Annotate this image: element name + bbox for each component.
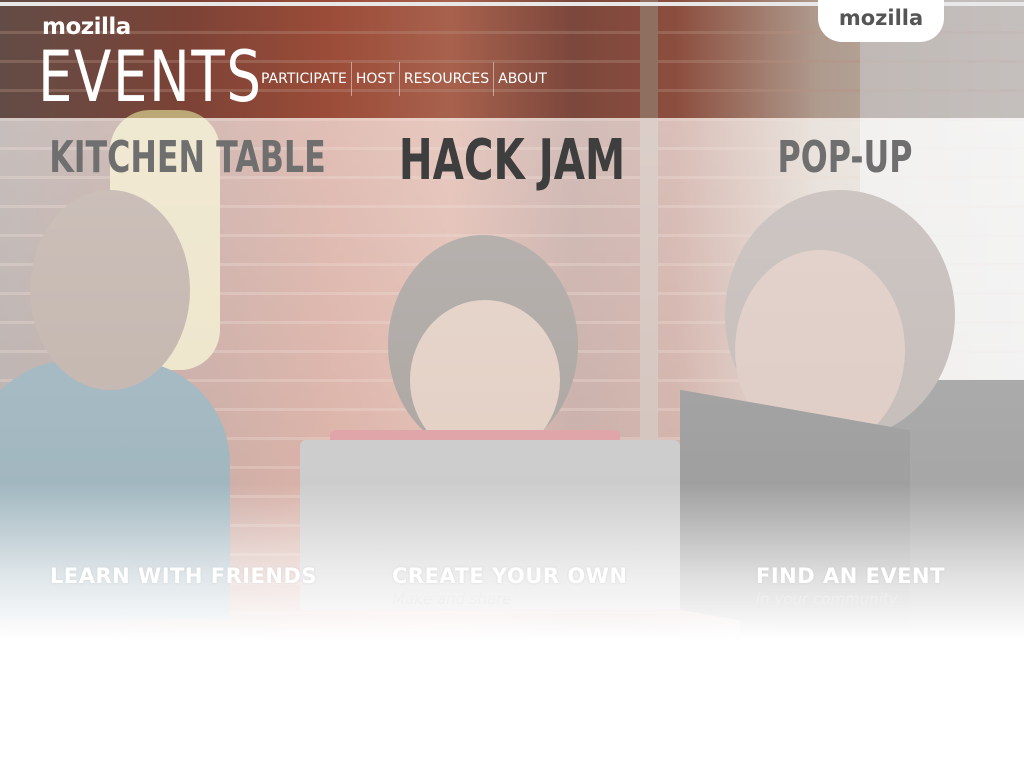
callout-learn-with-friends[interactable]: LEARN WITH FRIENDS (50, 564, 317, 590)
nav-participate[interactable]: PARTICIPATE (257, 62, 351, 96)
callout-subtitle: Make and share (392, 590, 512, 608)
callout-find-an-event[interactable]: FIND AN EVENT in your community (756, 564, 945, 608)
callout-title: FIND AN EVENT (756, 564, 945, 588)
main-nav: PARTICIPATE HOST RESOURCES ABOUT (257, 62, 551, 96)
callout-subtitle: in your community (756, 590, 898, 608)
nav-resources[interactable]: RESOURCES (400, 62, 493, 96)
callout-title: CREATE YOUR OWN (392, 564, 628, 588)
callout-title: LEARN WITH FRIENDS (50, 564, 318, 588)
event-type-kitchen-table[interactable]: KITCHEN TABLE (49, 132, 326, 183)
mozilla-tab[interactable]: mozilla (818, 0, 944, 42)
mozilla-tab-label: mozilla (838, 6, 924, 30)
event-type-hack-jam[interactable]: HACK JAM (397, 128, 627, 193)
callout-create-your-own[interactable]: CREATE YOUR OWN Make and share (392, 564, 627, 608)
events-logo-title[interactable]: EVENTS (38, 36, 263, 118)
white-overlay (0, 118, 1024, 640)
nav-about[interactable]: ABOUT (494, 62, 551, 96)
nav-host[interactable]: HOST (352, 62, 399, 96)
event-type-pop-up[interactable]: POP-UP (766, 132, 924, 183)
